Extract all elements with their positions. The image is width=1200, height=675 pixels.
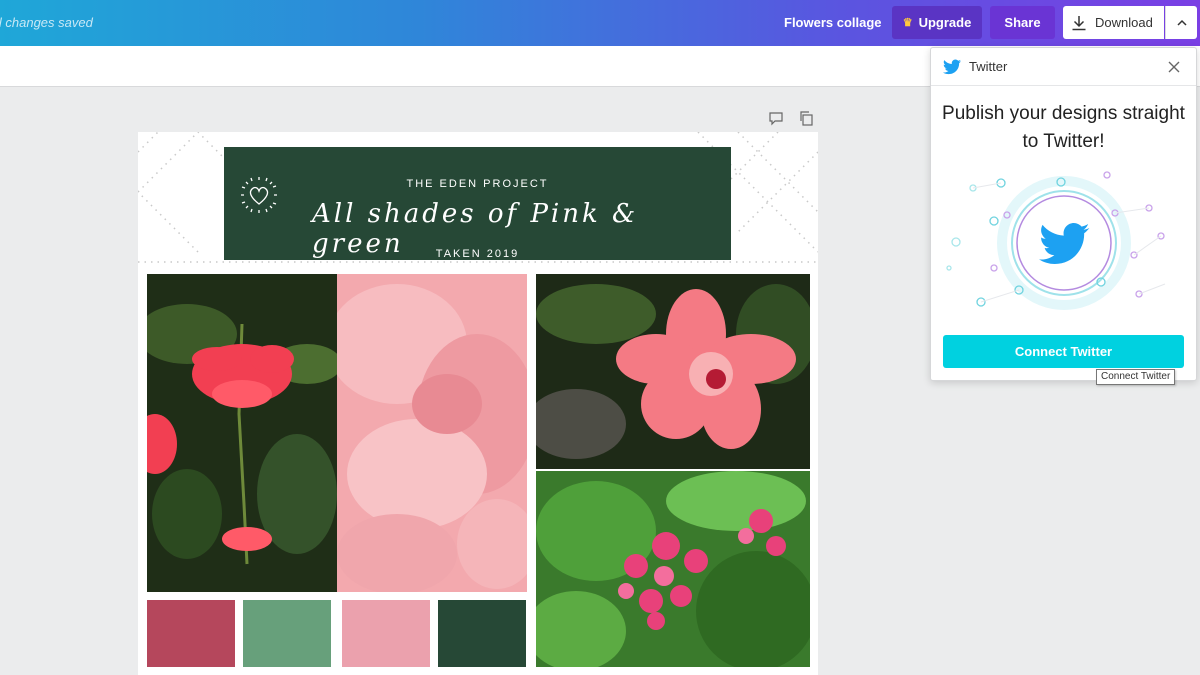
palette-swatch[interactable] xyxy=(438,600,526,667)
connect-twitter-label: Connect Twitter xyxy=(1014,344,1113,359)
crown-icon: ♛ xyxy=(902,17,913,29)
title-banner[interactable]: THE EDEN PROJECT All shades of Pink & gr… xyxy=(224,147,731,260)
photo-red-flower[interactable] xyxy=(147,274,337,592)
download-button[interactable]: Download xyxy=(1063,6,1164,39)
photo-pink-rose[interactable] xyxy=(337,274,527,592)
photo-pentas[interactable] xyxy=(536,471,810,667)
copy-page-icon[interactable] xyxy=(798,110,814,126)
panel-header: Twitter xyxy=(931,48,1196,86)
banner-subline: TAKEN 2019 xyxy=(435,248,520,260)
share-button[interactable]: Share xyxy=(990,6,1055,39)
top-bar: ll changes saved Flowers collage ♛ Upgra… xyxy=(0,0,1200,46)
palette-swatch[interactable] xyxy=(342,600,430,667)
download-label: Download xyxy=(1095,15,1153,30)
design-canvas[interactable]: THE EDEN PROJECT All shades of Pink & gr… xyxy=(138,132,818,675)
palette-swatch[interactable] xyxy=(243,600,331,667)
comment-icon[interactable] xyxy=(768,110,784,126)
chevron-up-icon xyxy=(1176,19,1187,26)
upgrade-label: Upgrade xyxy=(918,15,972,30)
connect-twitter-button[interactable]: Connect Twitter xyxy=(943,335,1184,368)
panel-title: Twitter xyxy=(969,59,1008,74)
download-options-button[interactable] xyxy=(1165,6,1197,39)
download-icon xyxy=(1072,15,1086,30)
twitter-illustration xyxy=(946,171,1166,310)
photo-hibiscus[interactable] xyxy=(536,274,810,469)
palette-swatch[interactable] xyxy=(147,600,235,667)
close-icon[interactable] xyxy=(1166,59,1182,75)
share-label: Share xyxy=(1004,15,1041,30)
twitter-share-panel: Twitter Publish your designs straight to… xyxy=(930,47,1197,381)
twitter-bird-icon xyxy=(943,59,961,74)
tooltip: Connect Twitter xyxy=(1096,369,1176,385)
save-status: ll changes saved xyxy=(0,15,93,30)
document-title[interactable]: Flowers collage xyxy=(784,15,882,30)
upgrade-button[interactable]: ♛ Upgrade xyxy=(892,6,982,39)
panel-heading: Publish your designs straight to Twitter… xyxy=(942,103,1185,152)
banner-kicker: THE EDEN PROJECT xyxy=(406,178,549,190)
